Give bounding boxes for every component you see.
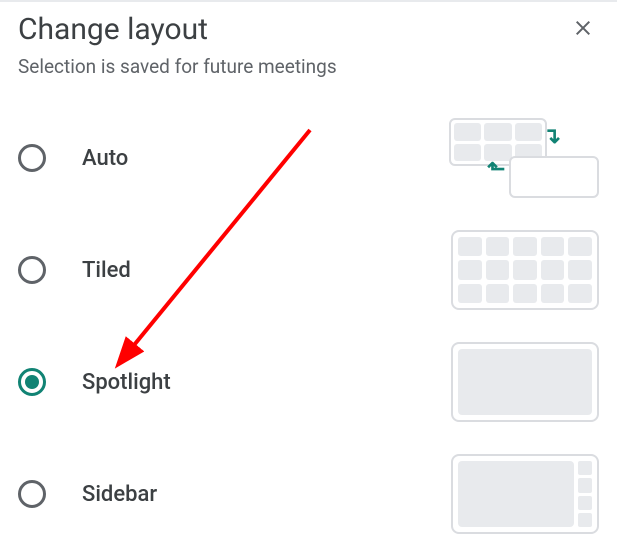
option-label: Tiled: [82, 258, 451, 283]
close-icon: [571, 14, 595, 47]
dialog-header: Change layout: [0, 2, 617, 47]
radio-auto[interactable]: [18, 144, 46, 172]
radio-tiled[interactable]: [18, 256, 46, 284]
option-label: Spotlight: [82, 370, 451, 395]
spotlight-preview-icon: [451, 342, 599, 422]
close-button[interactable]: [565, 16, 601, 46]
layout-option-tiled[interactable]: Tiled: [0, 214, 617, 326]
sidebar-preview-icon: [451, 454, 599, 534]
radio-spotlight[interactable]: [18, 368, 46, 396]
layout-option-spotlight[interactable]: Spotlight: [0, 326, 617, 438]
dialog-subtitle: Selection is saved for future meetings: [0, 47, 617, 102]
dialog-title: Change layout: [18, 12, 208, 47]
layout-option-auto[interactable]: Auto ↴ ⬑: [0, 102, 617, 214]
auto-preview-icon: ↴ ⬑: [449, 118, 599, 198]
option-label: Sidebar: [82, 482, 451, 507]
radio-sidebar[interactable]: [18, 480, 46, 508]
layout-options: Auto ↴ ⬑ Tiled Spotlight S: [0, 102, 617, 550]
tiled-preview-icon: [451, 230, 599, 310]
option-label: Auto: [82, 146, 449, 171]
layout-option-sidebar[interactable]: Sidebar: [0, 438, 617, 550]
